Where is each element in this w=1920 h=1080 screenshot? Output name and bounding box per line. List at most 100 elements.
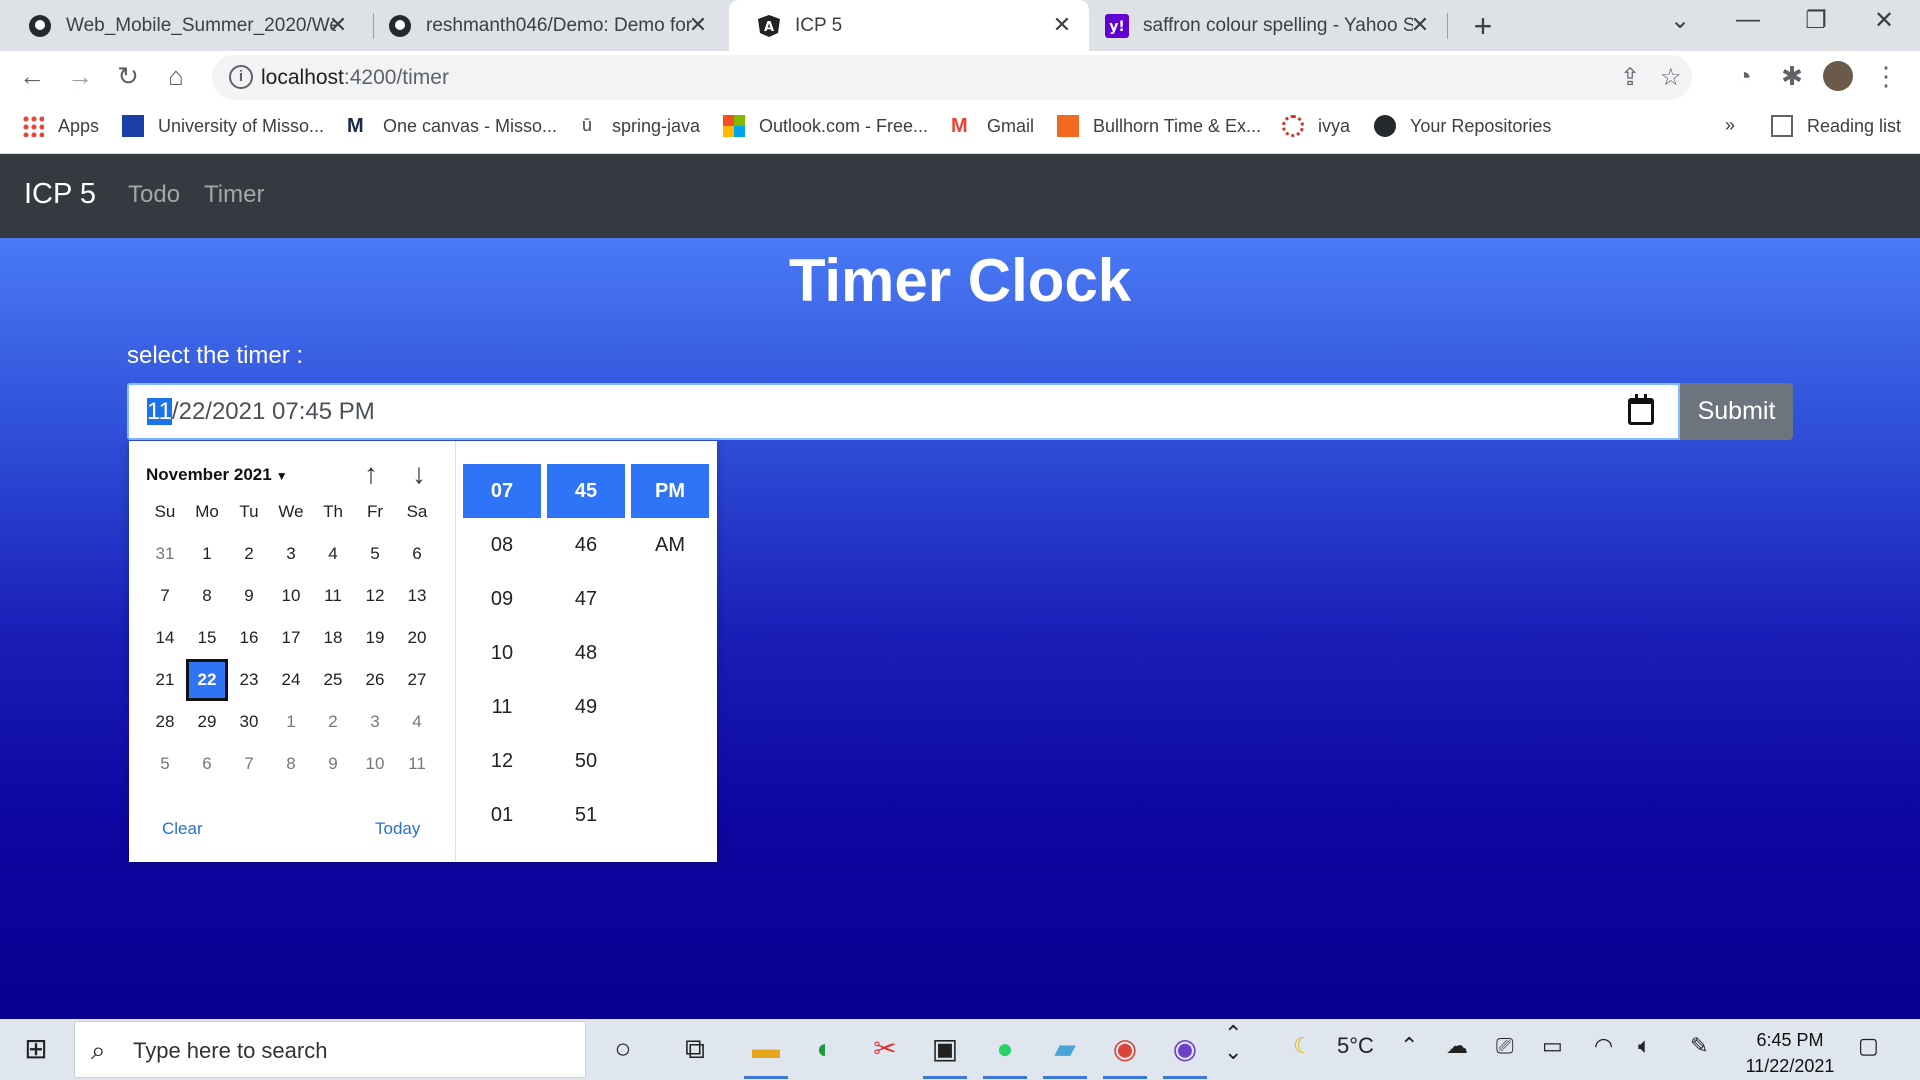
hour-option[interactable]: 12	[463, 734, 541, 788]
ampm-option[interactable]: PM	[631, 464, 709, 518]
calendar-day[interactable]: 4	[396, 701, 438, 743]
submit-button[interactable]: Submit	[1680, 383, 1793, 440]
minute-option[interactable]: 48	[547, 626, 625, 680]
calendar-day[interactable]: 17	[270, 617, 312, 659]
calendar-day[interactable]: 27	[396, 659, 438, 701]
calendar-day[interactable]: 28	[144, 701, 186, 743]
back-icon[interactable]: ←	[16, 61, 48, 92]
profile-avatar[interactable]	[1822, 61, 1854, 98]
taskbar-scroll-icon[interactable]: ⌃ ⌄	[1224, 1023, 1242, 1063]
system-clock[interactable]: 6:45 PM 11/22/2021	[1720, 1027, 1860, 1079]
onedrive-icon[interactable]: ☁	[1446, 1033, 1468, 1059]
calendar-day[interactable]: 7	[144, 575, 186, 617]
nav-link-todo[interactable]: Todo	[128, 181, 180, 209]
bookmark-bullhorn[interactable]: Bullhorn Time & Ex...	[1057, 115, 1261, 137]
reload-icon[interactable]: ↻	[112, 61, 144, 92]
minimize-button[interactable]: —	[1728, 6, 1768, 34]
reading-list[interactable]: Reading list	[1771, 115, 1901, 137]
menu-icon[interactable]: ⋮	[1870, 61, 1902, 92]
calendar-day[interactable]: 5	[144, 743, 186, 785]
datetime-value[interactable]: 11/22/2021 07:45 PM	[147, 398, 375, 426]
ampm-option[interactable]: AM	[631, 518, 709, 572]
minute-option[interactable]: 49	[547, 680, 625, 734]
calendar-day[interactable]: 11	[396, 743, 438, 785]
calendar-day[interactable]: 23	[228, 659, 270, 701]
calendar-day[interactable]: 4	[312, 533, 354, 575]
calendar-day[interactable]: 9	[228, 575, 270, 617]
datetime-input[interactable]: 11/22/2021 07:45 PM	[127, 383, 1680, 440]
calendar-day[interactable]: 26	[354, 659, 396, 701]
bookmark-gmail[interactable]: M Gmail	[951, 115, 1034, 137]
task-view-icon[interactable]: ⧉	[677, 1031, 713, 1067]
notifications-icon[interactable]: ▢	[1858, 1033, 1879, 1059]
hour-option[interactable]: 11	[463, 680, 541, 734]
calendar-day[interactable]: 3	[270, 533, 312, 575]
performance-icon[interactable]: ◔	[1728, 61, 1760, 92]
new-tab-button[interactable]: +	[1466, 8, 1500, 45]
browser-tab-1[interactable]: Web_Mobile_Summer_2020/Web ✕	[0, 0, 365, 51]
battery-icon[interactable]: ▭	[1542, 1033, 1563, 1059]
calendar-day[interactable]: 20	[396, 617, 438, 659]
calendar-day[interactable]: 1	[270, 701, 312, 743]
arrow-up-icon[interactable]: ↑	[356, 458, 386, 490]
calendar-day[interactable]: 13	[396, 575, 438, 617]
volume-icon[interactable]: 🔈︎	[1638, 1033, 1651, 1059]
close-tab-icon[interactable]: ✕	[685, 12, 711, 38]
windows-start-icon[interactable]: ⊞	[18, 1031, 54, 1067]
extensions-icon[interactable]: ✱	[1776, 61, 1808, 92]
bookmarks-overflow[interactable]: »	[1725, 115, 1735, 136]
close-window-button[interactable]: ✕	[1864, 6, 1904, 35]
calendar-day[interactable]: 10	[354, 743, 396, 785]
calendar-day[interactable]: 6	[396, 533, 438, 575]
calendar-day[interactable]: 1	[186, 533, 228, 575]
app-green-icon[interactable]: ◐	[807, 1031, 843, 1067]
hour-option[interactable]: 09	[463, 572, 541, 626]
calendar-day[interactable]: 10	[270, 575, 312, 617]
url-text[interactable]: localhost:4200/timer	[261, 66, 449, 90]
bookmark-apps[interactable]: Apps	[22, 115, 99, 137]
whatsapp-icon[interactable]: ●	[983, 1031, 1027, 1079]
browser-tab-3[interactable]: A ICP 5 ✕	[729, 0, 1089, 51]
minute-option[interactable]: 51	[547, 788, 625, 842]
hour-option[interactable]: 08	[463, 518, 541, 572]
bookmark-repositories[interactable]: Your Repositories	[1374, 115, 1551, 137]
tab-search-icon[interactable]: ⌄	[1660, 6, 1700, 35]
bookmark-canvas[interactable]: M One canvas - Misso...	[347, 115, 557, 137]
minute-option[interactable]: 45	[547, 464, 625, 518]
calendar-day[interactable]: 25	[312, 659, 354, 701]
calendar-day[interactable]: 2	[312, 701, 354, 743]
calendar-day[interactable]: 22	[186, 659, 228, 701]
arrow-down-icon[interactable]: ↓	[404, 458, 434, 490]
calendar-day[interactable]: 9	[312, 743, 354, 785]
bookmark-spring-java[interactable]: ū spring-java	[576, 115, 700, 137]
wifi-icon[interactable]: ◠	[1594, 1033, 1613, 1059]
minute-option[interactable]: 46	[547, 518, 625, 572]
forward-icon[interactable]: →	[64, 61, 96, 92]
weather-temperature[interactable]: 5°C	[1337, 1033, 1374, 1059]
calendar-day[interactable]: 7	[228, 743, 270, 785]
minute-option[interactable]: 50	[547, 734, 625, 788]
snipping-tool-icon[interactable]: ✂	[867, 1031, 903, 1067]
home-icon[interactable]: ⌂	[160, 61, 192, 92]
hour-option[interactable]: 01	[463, 788, 541, 842]
calendar-day[interactable]: 16	[228, 617, 270, 659]
share-icon[interactable]: ⇪	[1620, 63, 1640, 92]
calendar-day[interactable]: 2	[228, 533, 270, 575]
chrome-icon[interactable]: ◉	[1103, 1031, 1147, 1079]
calendar-day[interactable]: 29	[186, 701, 228, 743]
calendar-day[interactable]: 15	[186, 617, 228, 659]
terminal-icon[interactable]: ▣	[923, 1031, 967, 1079]
clear-button[interactable]: Clear	[162, 819, 203, 839]
calendar-day[interactable]: 18	[312, 617, 354, 659]
cortana-icon[interactable]: ○	[605, 1031, 641, 1067]
calendar-day[interactable]: 14	[144, 617, 186, 659]
hour-option[interactable]: 07	[463, 464, 541, 518]
notepad-icon[interactable]: ▰	[1043, 1031, 1087, 1079]
datetime-rest[interactable]: /22/2021 07:45 PM	[172, 398, 375, 425]
calendar-day[interactable]: 3	[354, 701, 396, 743]
today-button[interactable]: Today	[375, 819, 420, 839]
browser-tab-4[interactable]: y! saffron colour spelling - Yahoo Se ✕	[1077, 0, 1447, 51]
close-tab-icon[interactable]: ✕	[1407, 12, 1433, 38]
calendar-day[interactable]: 19	[354, 617, 396, 659]
bookmark-outlook[interactable]: Outlook.com - Free...	[723, 115, 928, 137]
